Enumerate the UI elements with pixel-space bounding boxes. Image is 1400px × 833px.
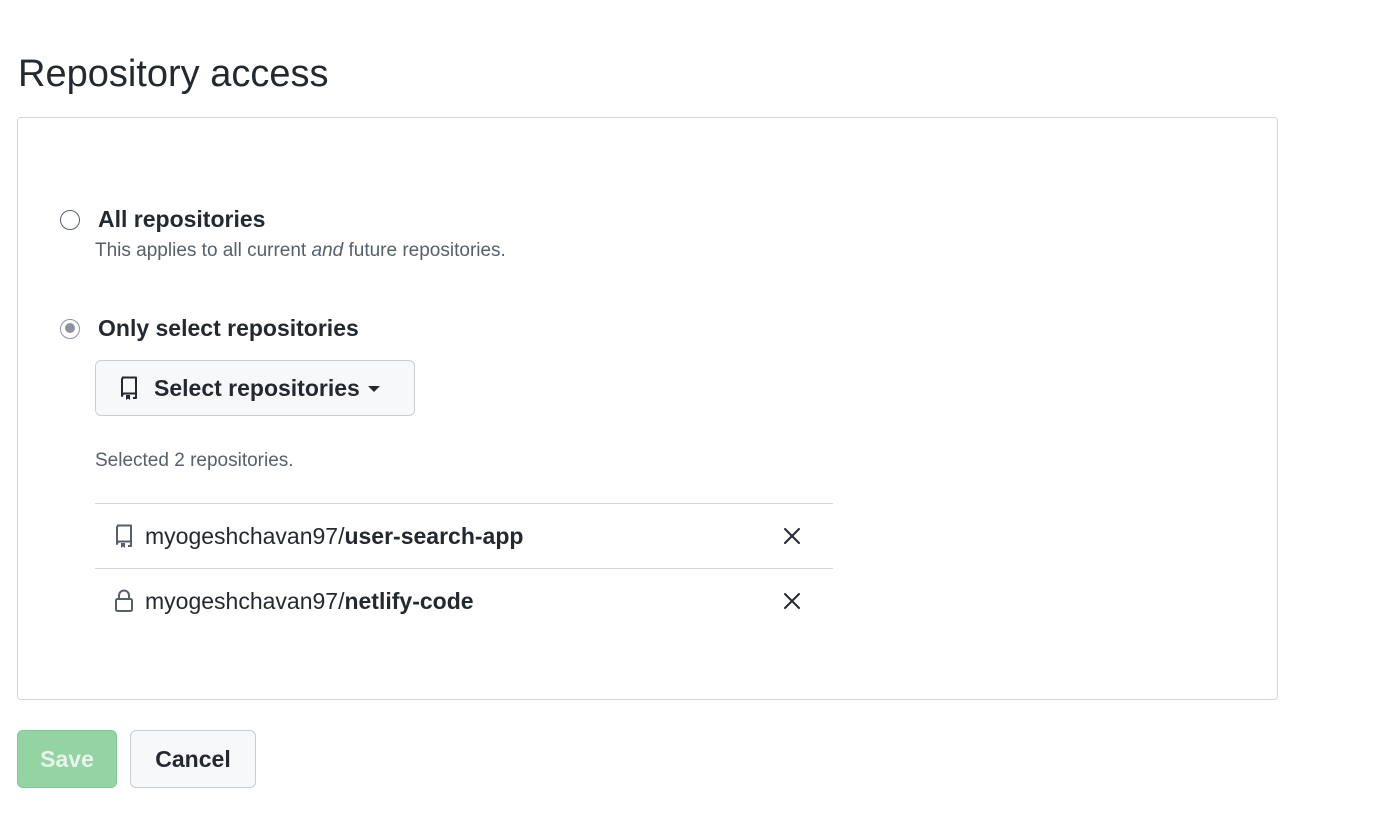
close-icon — [784, 528, 800, 544]
list-item: myogeshchavan97/netlify-code — [95, 569, 833, 633]
page-title: Repository access — [18, 53, 329, 95]
list-item: myogeshchavan97/user-search-app — [95, 504, 833, 569]
selection-summary: Selected 2 repositories. — [95, 450, 294, 471]
repository-owner: myogeshchavan97/ — [145, 587, 345, 614]
cancel-button[interactable]: Cancel — [130, 730, 256, 788]
repository-name: myogeshchavan97/user-search-app — [145, 523, 523, 550]
repo-icon — [113, 523, 135, 549]
option-all-repositories[interactable]: All repositories — [60, 206, 265, 233]
lock-icon — [113, 588, 135, 614]
repository-name: myogeshchavan97/netlify-code — [145, 588, 474, 615]
note-emphasis: and — [311, 240, 344, 261]
chevron-down-icon — [367, 386, 380, 392]
remove-repository-button[interactable] — [781, 525, 803, 547]
repository-title: netlify-code — [344, 587, 474, 614]
all-repositories-radio[interactable] — [60, 209, 80, 230]
remove-repository-button[interactable] — [781, 590, 803, 612]
save-button[interactable]: Save — [17, 730, 117, 788]
repository-owner: myogeshchavan97/ — [145, 522, 345, 549]
repo-icon — [118, 375, 140, 401]
note-prefix: This applies to all current — [95, 240, 312, 261]
select-repositories-button[interactable]: Select repositories — [95, 360, 415, 416]
repository-access-page: Repository access All repositories This … — [0, 0, 1400, 833]
all-repositories-note: This applies to all current and future r… — [95, 240, 506, 262]
select-repositories-label: Select repositories — [154, 374, 360, 401]
only-select-repositories-label: Only select repositories — [98, 315, 359, 341]
note-suffix: future repositories. — [343, 240, 506, 261]
all-repositories-label: All repositories — [98, 206, 266, 232]
repository-title: user-search-app — [344, 522, 524, 549]
close-icon — [784, 593, 800, 609]
selected-repositories-list: myogeshchavan97/user-search-app myogeshc… — [95, 503, 833, 633]
option-only-select-repositories[interactable]: Only select repositories — [60, 315, 359, 342]
only-select-repositories-radio[interactable] — [60, 318, 80, 339]
repository-access-panel: All repositories This applies to all cur… — [17, 117, 1278, 700]
